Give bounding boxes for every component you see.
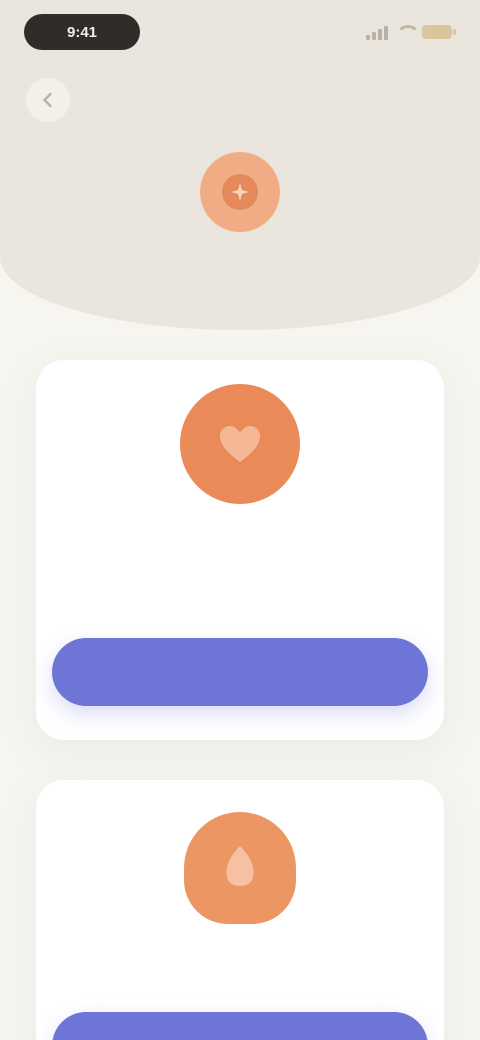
chevron-left-icon [43, 92, 52, 108]
back-button[interactable] [26, 78, 70, 122]
signal-icon [366, 24, 388, 40]
wifi-icon [396, 25, 420, 39]
leaf-icon [226, 846, 254, 886]
status-icons [366, 22, 456, 42]
card-1-action-button[interactable] [52, 638, 428, 706]
card-icon-circle [184, 812, 296, 924]
status-time: 9:41 [66, 23, 98, 41]
card-icon-circle [180, 384, 300, 504]
battery-icon [422, 25, 456, 39]
status-bar: 9:41 [0, 0, 480, 60]
brand-badge-inner [222, 174, 258, 210]
status-time-pill: 9:41 [24, 14, 140, 50]
heart-icon [220, 426, 260, 462]
option-card-1 [36, 360, 444, 740]
option-card-2 [36, 780, 444, 1040]
brand-badge [200, 152, 280, 232]
card-2-action-button[interactable] [52, 1012, 428, 1040]
app-screen: 9:41 [0, 0, 480, 1040]
sparkle-icon [231, 183, 249, 201]
